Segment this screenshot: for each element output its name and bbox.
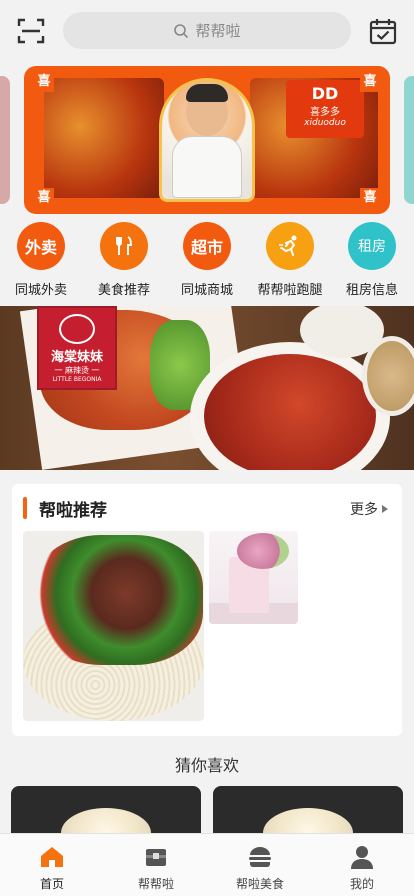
corner-xi-top-right: 喜 bbox=[360, 72, 380, 92]
recommend-item-cake[interactable] bbox=[209, 531, 298, 624]
section-title: 帮啦推荐 bbox=[39, 501, 107, 521]
service-takeout[interactable]: 外卖 同城外卖 bbox=[0, 220, 82, 298]
service-label: 租房信息 bbox=[345, 283, 398, 298]
promo-banner[interactable]: 海棠妹妹 一 麻辣烫 一 LITTLE BEGONIA bbox=[0, 306, 414, 470]
brand-face-icon bbox=[59, 314, 95, 344]
user-icon bbox=[349, 844, 375, 870]
promo-sesame-dish bbox=[362, 336, 414, 416]
takeout-icon: 外卖 bbox=[17, 222, 65, 270]
brand-name-en: xiduoduo bbox=[304, 118, 346, 128]
top-bar: 帮帮啦 bbox=[0, 0, 414, 62]
service-food-recommend[interactable]: 美食推荐 bbox=[83, 220, 165, 298]
banner-carousel[interactable]: DD 喜多多 xiduoduo 喜 喜 喜 喜 bbox=[0, 66, 414, 214]
promo-soup-image bbox=[204, 354, 376, 470]
guess-title: 猜你喜欢 bbox=[174, 756, 239, 775]
service-rental[interactable]: 租房 租房信息 bbox=[331, 220, 413, 298]
runner-icon bbox=[266, 222, 314, 270]
corner-xi-bottom-right: 喜 bbox=[360, 188, 380, 208]
promo-brand-sub: 一 麻辣烫 一 bbox=[54, 366, 100, 375]
tab-label: 我的 bbox=[349, 877, 374, 891]
service-mall[interactable]: 超市 同城商城 bbox=[166, 220, 248, 298]
shop-icon bbox=[143, 844, 169, 870]
supermarket-icon: 超市 bbox=[183, 222, 231, 270]
tab-label: 首页 bbox=[39, 877, 64, 891]
section-accent-bar bbox=[23, 497, 27, 519]
more-label: 更多 bbox=[350, 502, 378, 518]
tab-food[interactable]: 帮啦美食 bbox=[208, 834, 312, 892]
brand-mark: DD bbox=[311, 84, 339, 103]
corner-xi-bottom-left: 喜 bbox=[34, 188, 54, 208]
service-label: 美食推荐 bbox=[97, 283, 150, 298]
calendar-check-icon[interactable] bbox=[368, 16, 398, 46]
banner-food-image-left bbox=[44, 78, 164, 198]
banner-slide[interactable]: DD 喜多多 xiduoduo 喜 喜 喜 喜 bbox=[24, 66, 390, 214]
service-label: 帮帮啦跑腿 bbox=[257, 283, 323, 298]
tab-bangbangla[interactable]: 帮帮啦 bbox=[104, 834, 208, 892]
tab-label: 帮帮啦 bbox=[137, 877, 174, 891]
search-placeholder: 帮帮啦 bbox=[195, 22, 241, 40]
service-errand[interactable]: 帮帮啦跑腿 bbox=[249, 220, 331, 298]
burger-icon bbox=[247, 844, 273, 870]
search-input[interactable]: 帮帮啦 bbox=[63, 12, 351, 49]
rental-icon: 租房 bbox=[348, 222, 396, 270]
banner-peek-next bbox=[404, 76, 414, 204]
recommend-item-noodles[interactable] bbox=[23, 531, 204, 721]
fork-knife-icon bbox=[100, 222, 148, 270]
promo-brand-en: LITTLE BEGONIA bbox=[52, 376, 102, 383]
tab-home[interactable]: 首页 bbox=[0, 834, 104, 892]
topping-image bbox=[33, 535, 203, 665]
service-grid: 外卖 同城外卖 美食推荐 超市 同城商城 帮帮啦跑腿 租房 租房信息 bbox=[0, 220, 414, 304]
search-icon bbox=[174, 23, 189, 38]
chevron-right-icon bbox=[382, 505, 388, 513]
scan-icon[interactable] bbox=[16, 16, 46, 46]
chef-hair bbox=[186, 84, 228, 102]
more-link[interactable]: 更多 bbox=[350, 499, 388, 519]
brand-name: 喜多多 bbox=[310, 107, 340, 118]
promo-brand-name: 海棠妹妹 bbox=[50, 350, 103, 365]
service-label: 同城商城 bbox=[180, 283, 233, 298]
flowers-image bbox=[237, 533, 289, 569]
corner-xi-top-left: 喜 bbox=[34, 72, 54, 92]
service-label: 同城外卖 bbox=[14, 283, 67, 298]
bottom-tab-bar: 首页 帮帮啦 帮啦美食 我的 bbox=[0, 833, 414, 896]
tab-label: 帮啦美食 bbox=[235, 877, 284, 891]
brand-logo: DD 喜多多 xiduoduo bbox=[286, 80, 364, 138]
promo-brand-logo: 海棠妹妹 一 麻辣烫 一 LITTLE BEGONIA bbox=[37, 306, 117, 390]
tab-mine[interactable]: 我的 bbox=[310, 834, 414, 892]
recommend-section: 帮啦推荐 更多 bbox=[12, 484, 402, 736]
home-icon bbox=[39, 844, 65, 870]
chef-coat bbox=[172, 136, 242, 198]
banner-peek-prev bbox=[0, 76, 10, 204]
